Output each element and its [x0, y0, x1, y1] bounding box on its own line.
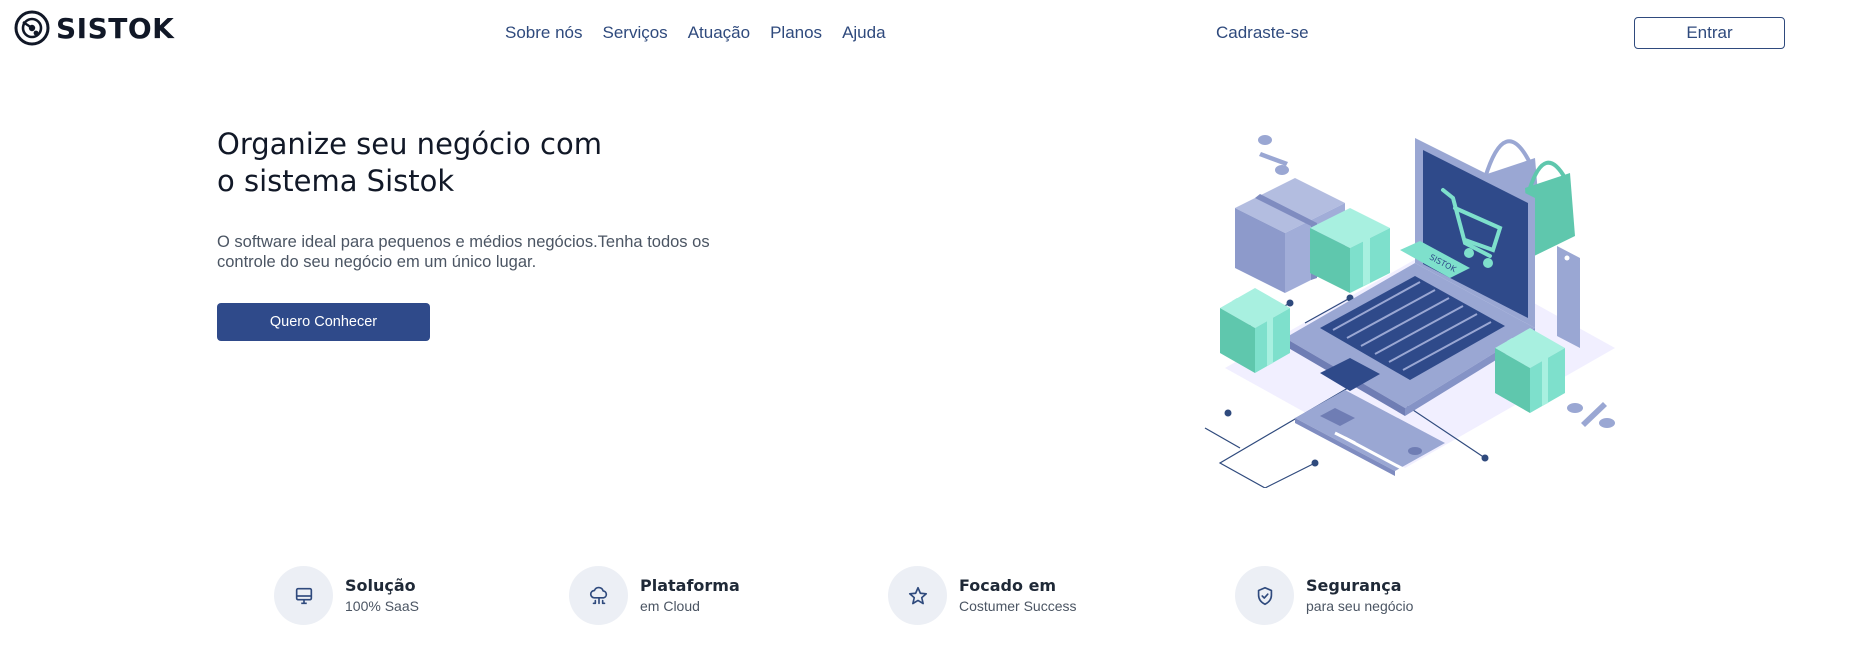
feature-subtitle: 100% SaaS [345, 597, 419, 614]
shield-icon [1257, 586, 1272, 605]
nav-item-servicos[interactable]: Serviços [603, 23, 668, 43]
monitor-icon [295, 587, 312, 604]
feature-subtitle: em Cloud [640, 597, 700, 614]
feature-icon-circle [1235, 566, 1294, 625]
hero-subtitle: O software ideal para pequenos e médios … [217, 232, 747, 272]
feature-saas: Solução 100% SaaS [274, 566, 419, 625]
feature-icon-circle [274, 566, 333, 625]
feature-icon-circle [888, 566, 947, 625]
feature-subtitle: Costumer Success [959, 597, 1077, 614]
feature-customer-success: Focado em Costumer Success [888, 566, 1076, 625]
feature-icon-circle [569, 566, 628, 625]
hero-title-line: Organize seu negócio com [217, 127, 602, 161]
nav-item-ajuda[interactable]: Ajuda [842, 23, 885, 43]
brand-name: SISTOK [56, 11, 175, 45]
cloud-icon [589, 586, 607, 604]
feature-security: Segurança para seu negócio [1235, 566, 1413, 625]
login-button[interactable]: Entrar [1634, 17, 1785, 49]
nav-item-sobre-nos[interactable]: Sobre nós [505, 23, 583, 43]
brand-logo[interactable]: SISTOK [14, 10, 174, 46]
hero-subtitle-line: controle do seu negócio em um único luga… [217, 253, 537, 271]
feature-title: Solução [345, 575, 416, 595]
feature-title: Focado em [959, 575, 1057, 595]
hero-title-line: o sistema Sistok [217, 164, 455, 198]
main-nav: Sobre nós Serviços Atuação Planos Ajuda [505, 23, 886, 43]
feature-title: Segurança [1306, 575, 1402, 595]
cta-button[interactable]: Quero Conhecer [217, 303, 430, 341]
star-icon [908, 586, 927, 604]
nav-item-atuacao[interactable]: Atuação [688, 23, 750, 43]
nav-item-planos[interactable]: Planos [770, 23, 822, 43]
hero-subtitle-line: O software ideal para pequenos e médios … [217, 233, 710, 251]
feature-title: Plataforma [640, 575, 740, 595]
hero-title: Organize seu negócio com o sistema Sisto… [217, 126, 737, 200]
feature-cloud: Plataforma em Cloud [569, 566, 740, 625]
feature-subtitle: para seu negócio [1306, 597, 1414, 614]
signup-link[interactable]: Cadraste-se [1216, 23, 1309, 43]
hero-illustration: SISTOK [1204, 135, 1615, 488]
logo-icon [14, 10, 50, 46]
